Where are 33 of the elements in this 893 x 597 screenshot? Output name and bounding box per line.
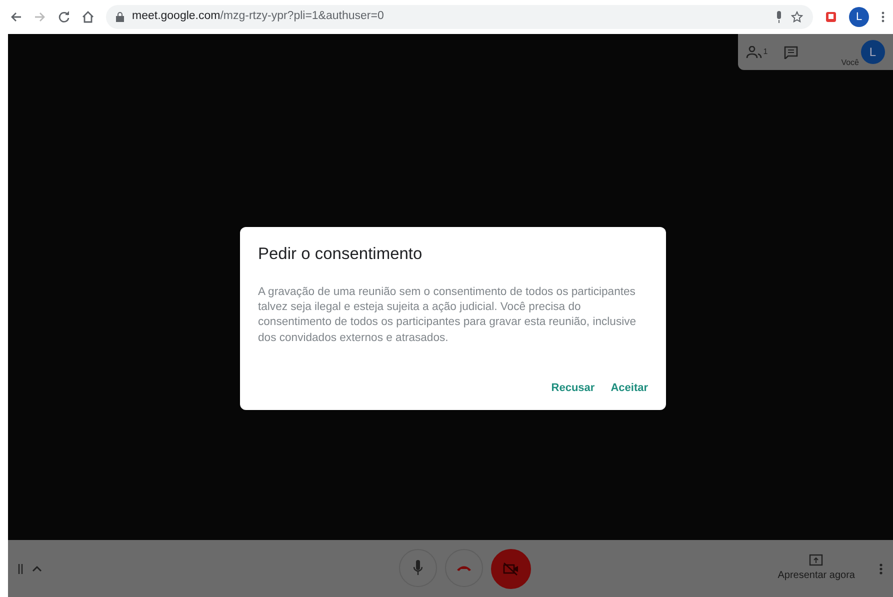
url-host: meet.google.com <box>132 10 220 22</box>
star-icon[interactable] <box>791 11 803 23</box>
pause-icon[interactable] <box>18 564 24 574</box>
dialog-action-button[interactable]: Aceitar <box>610 380 648 396</box>
menu-icon[interactable] <box>881 11 885 23</box>
more-options-icon[interactable] <box>879 562 883 574</box>
profile-avatar[interactable]: L <box>849 7 869 27</box>
url-path: /mzg-rtzy-ypr?pli=1&authuser=0 <box>220 10 384 22</box>
people-icon[interactable] <box>746 46 762 58</box>
microphone-button[interactable] <box>398 548 437 586</box>
chat-icon[interactable] <box>784 46 798 58</box>
lock-icon <box>116 12 124 22</box>
dialog-action-button[interactable]: Recusar <box>551 380 595 396</box>
dialog-title: Pedir o consentimento <box>258 245 424 265</box>
present-now-label[interactable]: Apresentar agora <box>778 568 855 583</box>
home-icon[interactable] <box>82 11 94 23</box>
self-avatar: L <box>860 40 885 64</box>
hang-up-button[interactable] <box>444 548 483 586</box>
microphone-icon <box>412 560 423 576</box>
camera-off-icon <box>502 562 519 576</box>
self-label: Você <box>841 57 859 69</box>
dialog-message: A gravação de uma reunião sem o consentimento de todos os participantes talvez seja ilegal e esteja sujeita a ação judicial. Você precisa do consentimento de todos os participantes para gravar esta reunião, inclusive dos convidados externos e atrasados. <box>258 284 638 346</box>
participant-count: 1 <box>763 46 768 58</box>
extension-icon[interactable] <box>825 11 837 23</box>
camera-button[interactable] <box>490 548 531 588</box>
present-icon[interactable] <box>809 554 824 566</box>
phone-icon <box>456 564 472 572</box>
reload-icon[interactable] <box>58 11 70 23</box>
address-bar[interactable]: meet.google.com/mzg-rtzy-ypr?pli=1&authuser=0 <box>106 5 813 29</box>
back-icon[interactable] <box>10 11 22 23</box>
chevron-up-icon[interactable] <box>32 565 42 572</box>
forward-icon[interactable] <box>34 11 46 23</box>
microphone-icon[interactable] <box>775 11 783 23</box>
